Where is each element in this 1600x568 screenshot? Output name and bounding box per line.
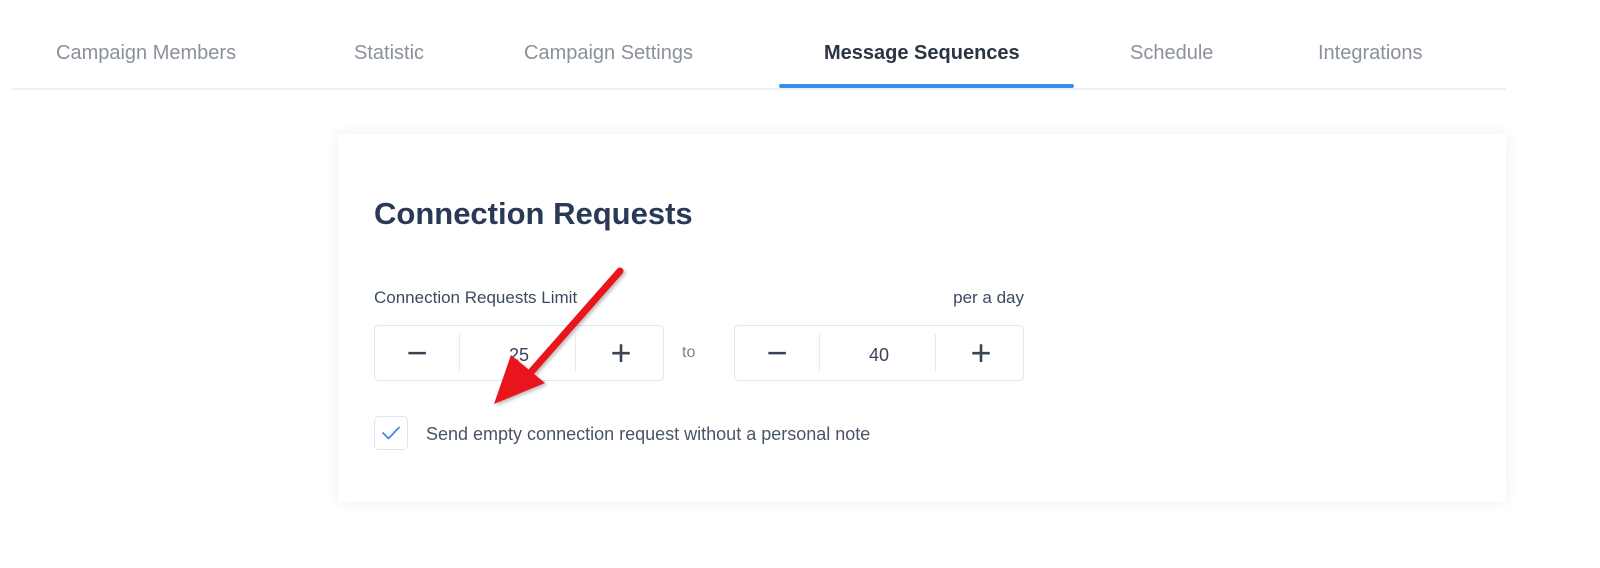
tab-schedule[interactable]: Schedule	[1130, 42, 1213, 65]
tab-bar: Campaign Members Statistic Campaign Sett…	[12, 0, 1506, 90]
min-increment-button[interactable]: +	[579, 326, 663, 380]
empty-request-label[interactable]: Send empty connection request without a …	[426, 424, 870, 445]
empty-request-checkbox[interactable]	[374, 416, 408, 450]
max-decrement-button[interactable]: −	[735, 326, 819, 380]
max-increment-button[interactable]: +	[939, 326, 1023, 380]
max-limit-value[interactable]: 40	[820, 326, 938, 380]
tab-campaign-settings[interactable]: Campaign Settings	[524, 42, 693, 65]
connection-requests-card: Connection Requests Connection Requests …	[338, 134, 1506, 502]
min-decrement-button[interactable]: −	[375, 326, 459, 380]
range-to-label: to	[682, 344, 696, 361]
tab-message-sequences[interactable]: Message Sequences	[824, 42, 1020, 65]
tab-integrations[interactable]: Integrations	[1318, 42, 1423, 65]
divider	[575, 334, 576, 372]
tab-statistic[interactable]: Statistic	[354, 42, 424, 65]
section-title: Connection Requests	[374, 196, 693, 231]
min-limit-stepper: − 25 +	[374, 325, 664, 381]
tab-campaign-members[interactable]: Campaign Members	[56, 42, 236, 65]
limit-label: Connection Requests Limit	[374, 288, 578, 307]
checkmark-icon	[382, 426, 400, 440]
active-tab-indicator	[779, 84, 1074, 88]
page: Campaign Members Statistic Campaign Sett…	[0, 0, 1600, 568]
per-day-label: per a day	[953, 288, 1024, 307]
divider	[935, 334, 936, 372]
max-limit-stepper: − 40 +	[734, 325, 1024, 381]
min-limit-value[interactable]: 25	[460, 326, 578, 380]
